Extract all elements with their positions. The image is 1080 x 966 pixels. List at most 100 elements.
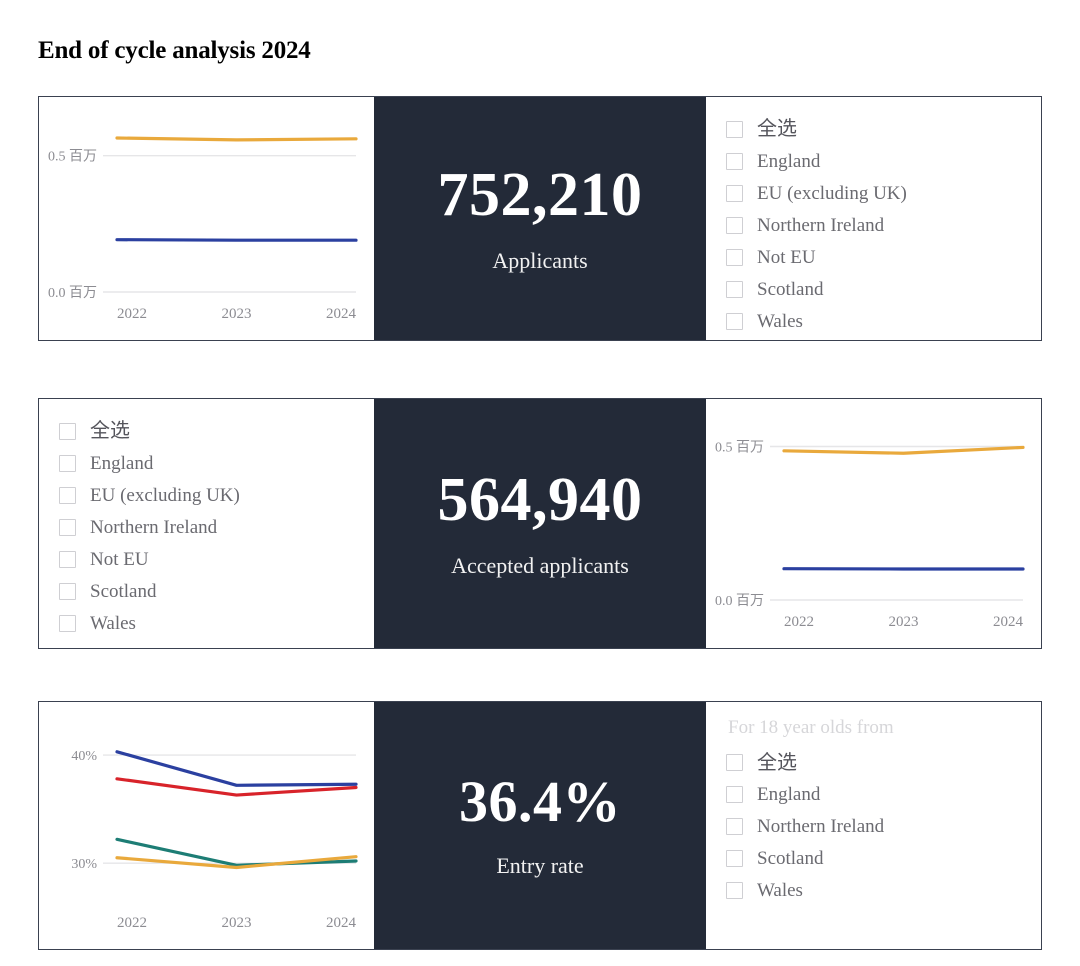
stat-value: 36.4% bbox=[459, 768, 621, 834]
checkbox-icon[interactable] bbox=[59, 518, 76, 536]
y-axis-tick-label: 0.5 百万 bbox=[48, 149, 97, 165]
x-axis-tick-label: 2022 bbox=[117, 915, 147, 931]
x-axis-tick-label: 2024 bbox=[993, 614, 1024, 630]
checkbox-row[interactable]: EU (excluding UK) bbox=[726, 177, 1041, 209]
stat-label: Entry rate bbox=[496, 852, 584, 878]
select-all-checkbox[interactable] bbox=[59, 422, 76, 440]
checkbox-row[interactable]: 全选 bbox=[726, 113, 1041, 145]
checkbox-row[interactable]: Scotland bbox=[726, 843, 1041, 875]
stat-card-applicants: 752,210 Applicants bbox=[374, 97, 706, 340]
checkbox-label: Wales bbox=[757, 880, 803, 902]
line-chart-entry-rate[interactable]: 40% 30% 2022 2023 2024 bbox=[39, 702, 374, 949]
checkbox-row[interactable]: England bbox=[726, 779, 1041, 811]
checkbox-label: England bbox=[757, 150, 821, 172]
checkbox-icon[interactable] bbox=[59, 486, 76, 504]
x-axis-tick-label: 2024 bbox=[326, 915, 357, 931]
checkbox-row[interactable]: 全选 bbox=[726, 747, 1041, 779]
y-axis-tick-label: 30% bbox=[71, 857, 97, 872]
checkbox-row[interactable]: Not EU bbox=[726, 241, 1041, 273]
stat-card-accepted-applicants: 564,940 Accepted applicants bbox=[374, 399, 706, 648]
checkbox-icon[interactable] bbox=[726, 184, 743, 202]
checkbox-label: Northern Ireland bbox=[757, 214, 885, 236]
checkbox-row[interactable]: Wales bbox=[59, 607, 374, 639]
filter-container-entry-rate: For 18 year olds from 全选 England Northern I… bbox=[706, 702, 1041, 949]
checkbox-label: Scotland bbox=[757, 278, 824, 300]
checkbox-label: 全选 bbox=[757, 751, 797, 774]
line-series bbox=[115, 238, 358, 242]
checkbox-icon[interactable] bbox=[59, 454, 76, 472]
checkbox-row[interactable]: Northern Ireland bbox=[726, 811, 1041, 843]
checkbox-row[interactable]: Northern Ireland bbox=[59, 511, 374, 543]
checkbox-icon[interactable] bbox=[59, 550, 76, 568]
checkbox-label: Northern Ireland bbox=[757, 816, 885, 838]
line-series bbox=[115, 777, 358, 797]
chart-container-applicants: 0.5 百万 0.0 百万 2022 2023 2024 bbox=[39, 97, 374, 340]
checkbox-icon[interactable] bbox=[726, 850, 743, 868]
x-axis-tick-label: 2024 bbox=[326, 306, 357, 322]
y-axis-tick-label: 0.0 百万 bbox=[48, 285, 97, 301]
y-axis-tick-label: 40% bbox=[71, 749, 97, 764]
kpi-panel-accepted-applicants: 全选 England EU (excluding UK) Northern Irela… bbox=[38, 398, 1042, 649]
filter-container-applicants: 全选 England EU (excluding UK) Northern Irela… bbox=[706, 97, 1041, 340]
x-axis-tick-label: 2023 bbox=[222, 306, 252, 322]
checkbox-icon[interactable] bbox=[726, 882, 743, 900]
x-axis-tick-label: 2022 bbox=[117, 306, 147, 322]
y-axis-tick-label: 0.0 百万 bbox=[715, 593, 764, 609]
checkbox-label: Wales bbox=[757, 310, 803, 332]
checkbox-icon[interactable] bbox=[726, 786, 743, 804]
checklist-heading: For 18 year olds from bbox=[728, 717, 894, 738]
kpi-panel-applicants: 0.5 百万 0.0 百万 2022 2023 2024 752,210 Applica… bbox=[38, 96, 1042, 341]
chart-container-entry-rate: 40% 30% 2022 2023 2024 bbox=[39, 702, 374, 949]
select-all-checkbox[interactable] bbox=[726, 120, 743, 138]
checkbox-row[interactable]: Scotland bbox=[726, 273, 1041, 305]
checkbox-label: Scotland bbox=[90, 580, 157, 602]
checkbox-label: 全选 bbox=[757, 118, 797, 140]
checkbox-label: England bbox=[90, 452, 154, 474]
checkbox-row[interactable]: EU (excluding UK) bbox=[59, 479, 374, 511]
checkbox-label: Wales bbox=[90, 612, 136, 634]
checkbox-list-accepted: 全选 England EU (excluding UK) Northern Irela… bbox=[39, 399, 374, 648]
checkbox-row[interactable]: Not EU bbox=[59, 543, 374, 575]
checkbox-icon[interactable] bbox=[726, 280, 743, 298]
y-axis-tick-label: 0.5 百万 bbox=[715, 439, 764, 455]
line-series bbox=[115, 750, 358, 787]
checkbox-label: EU (excluding UK) bbox=[757, 182, 907, 204]
checkbox-icon[interactable] bbox=[726, 818, 743, 836]
checkbox-row[interactable]: England bbox=[726, 145, 1041, 177]
x-axis-tick-label: 2023 bbox=[889, 614, 919, 630]
checkbox-row[interactable]: Scotland bbox=[59, 575, 374, 607]
checkbox-label: Not EU bbox=[757, 246, 816, 268]
checkbox-icon[interactable] bbox=[59, 614, 76, 632]
checkbox-icon[interactable] bbox=[59, 582, 76, 600]
checkbox-icon[interactable] bbox=[726, 216, 743, 234]
checkbox-icon[interactable] bbox=[726, 152, 743, 170]
checkbox-row[interactable]: Northern Ireland bbox=[726, 209, 1041, 241]
checkbox-row[interactable]: Wales bbox=[726, 875, 1041, 907]
checkbox-row[interactable]: Wales bbox=[726, 305, 1041, 337]
stat-label: Applicants bbox=[492, 247, 588, 273]
line-chart-accepted-applicants[interactable]: 0.5 百万 0.0 百万 2022 2023 2024 bbox=[706, 399, 1041, 648]
line-series bbox=[115, 136, 358, 142]
chart-container-accepted: 0.5 百万 0.0 百万 2022 2023 2024 bbox=[706, 399, 1041, 648]
checkbox-icon[interactable] bbox=[726, 312, 743, 330]
stat-card-entry-rate: 36.4% Entry rate bbox=[374, 702, 706, 949]
filter-container-accepted: 全选 England EU (excluding UK) Northern Irela… bbox=[39, 399, 374, 648]
line-chart-applicants[interactable]: 0.5 百万 0.0 百万 2022 2023 2024 bbox=[39, 97, 374, 340]
checkbox-label: Scotland bbox=[757, 848, 824, 870]
checkbox-label: EU (excluding UK) bbox=[90, 484, 240, 506]
line-series bbox=[782, 445, 1025, 455]
checkbox-label: Not EU bbox=[90, 548, 149, 570]
checkbox-label: England bbox=[757, 784, 821, 806]
checkbox-label: Northern Ireland bbox=[90, 516, 218, 538]
stat-label: Accepted applicants bbox=[451, 552, 629, 578]
x-axis-tick-label: 2023 bbox=[222, 915, 252, 931]
page-title: End of cycle analysis 2024 bbox=[38, 36, 311, 64]
checkbox-icon[interactable] bbox=[726, 248, 743, 266]
checkbox-list-entry-rate: For 18 year olds from 全选 England Northern I… bbox=[706, 702, 1041, 949]
checkbox-list-applicants: 全选 England EU (excluding UK) Northern Irela… bbox=[706, 97, 1041, 340]
checkbox-row[interactable]: 全选 bbox=[59, 415, 374, 447]
stat-value: 564,940 bbox=[437, 465, 643, 534]
stat-value: 752,210 bbox=[437, 160, 643, 229]
select-all-checkbox[interactable] bbox=[726, 754, 743, 772]
checkbox-row[interactable]: England bbox=[59, 447, 374, 479]
